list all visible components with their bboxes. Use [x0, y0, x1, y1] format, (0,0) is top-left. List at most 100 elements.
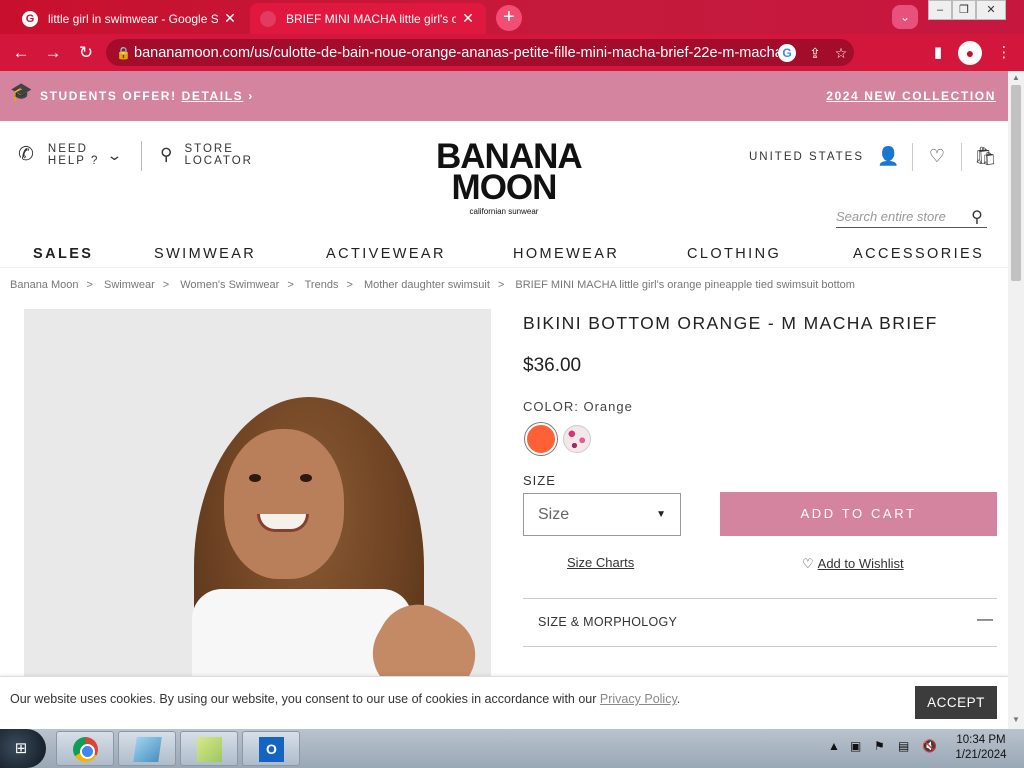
browser-toolbar: ← → ↻ 🔒 bananamoon.com/us/culotte-de-bai…: [0, 34, 1024, 71]
windows-start-button[interactable]: ⊞: [0, 729, 46, 768]
divider: [961, 143, 962, 171]
close-tab-icon[interactable]: ✕: [222, 10, 238, 27]
breadcrumb-item[interactable]: Women's Swimwear: [180, 279, 279, 291]
back-arrow-icon[interactable]: ←: [10, 42, 32, 64]
breadcrumb-item[interactable]: Banana Moon: [10, 279, 79, 291]
minus-icon[interactable]: —: [977, 611, 993, 629]
size-select-value: Size: [538, 505, 570, 523]
store-locator-label: STORE LOCATOR: [184, 143, 253, 167]
nav-swimwear[interactable]: SWIMWEAR: [154, 246, 256, 262]
privacy-policy-link[interactable]: Privacy Policy: [600, 692, 677, 706]
nav-activewear[interactable]: ACTIVEWEAR: [326, 246, 446, 262]
tab-search-chevron-icon[interactable]: ⌄: [892, 5, 918, 29]
need-help-line1: NEED: [47, 143, 88, 155]
caret-down-icon: ▼: [656, 509, 666, 520]
size-select[interactable]: Size ▼: [523, 493, 681, 536]
action-center-flag-icon[interactable]: ⚑: [874, 739, 885, 753]
bookmark-star-icon[interactable]: ☆: [828, 42, 854, 64]
url-path: /us/culotte-de-bain-noue-orange-ananas-p…: [250, 44, 778, 61]
scroll-up-arrow-icon[interactable]: ▲: [1012, 74, 1020, 82]
tray-expand-icon[interactable]: ▲: [828, 739, 840, 753]
close-tab-icon[interactable]: ✕: [460, 10, 476, 27]
profile-avatar-icon[interactable]: ●: [958, 41, 982, 65]
breadcrumb-separator: >: [86, 279, 93, 291]
store-locator-link[interactable]: ⚲ STORE LOCATOR: [160, 143, 253, 167]
network-monitor-icon[interactable]: ▣: [850, 739, 861, 753]
taskbar-sticky-notes[interactable]: [180, 731, 238, 766]
system-clock[interactable]: 10:34 PM 1/21/2024: [948, 733, 1014, 763]
country-selector[interactable]: UNITED STATES: [749, 151, 864, 163]
google-g-icon: G: [22, 10, 38, 27]
color-label-key: COLOR:: [523, 399, 579, 414]
shopping-bag-icon[interactable]: 🛍: [974, 145, 997, 167]
site-logo[interactable]: BANANA MOON californian sunwear: [436, 139, 583, 216]
breadcrumb-item[interactable]: Mother daughter swimsuit: [364, 279, 490, 291]
need-help-menu[interactable]: ✆ NEED HELP ? ⌄: [18, 143, 123, 167]
cookie-text: Our website uses cookies. By using our w…: [10, 692, 680, 706]
volume-muted-icon[interactable]: 🔇: [922, 739, 937, 753]
heart-icon: ♡: [802, 556, 814, 571]
browser-tab-google[interactable]: G little girl in swimwear - Google S ✕: [12, 3, 248, 34]
breadcrumb-item[interactable]: Trends: [305, 279, 339, 291]
scroll-down-arrow-icon[interactable]: ▼: [1012, 716, 1020, 724]
scrollbar-thumb[interactable]: [1011, 85, 1021, 281]
add-to-wishlist-link[interactable]: ♡ Add to Wishlist: [802, 556, 904, 572]
new-collection-link[interactable]: 2024 NEW COLLECTION: [826, 89, 996, 103]
breadcrumb: Banana Moon > Swimwear > Women's Swimwear >…: [10, 279, 855, 291]
divider: [0, 267, 1008, 268]
minimize-window-icon[interactable]: –: [928, 0, 952, 20]
cookie-period: .: [676, 692, 681, 706]
search-input[interactable]: Search entire store: [836, 209, 967, 224]
store-line1: STORE: [184, 143, 234, 155]
browser-tab-bananamoon[interactable]: • BRIEF MINI MACHA little girl's or ✕: [250, 3, 486, 34]
graduation-cap-icon: 🎓: [10, 82, 35, 102]
wishlist-heart-icon[interactable]: ♡: [926, 145, 948, 167]
new-tab-button[interactable]: +: [496, 5, 522, 31]
search-box[interactable]: Search entire store ⚲: [836, 206, 987, 228]
web-page: 🎓 STUDENTS OFFER! DETAILS › 2024 NEW COL…: [0, 71, 1008, 729]
page-scrollbar[interactable]: ▲ ▼: [1008, 71, 1024, 729]
taskbar-virtual-machine[interactable]: [118, 731, 176, 766]
swatch-orange[interactable]: [525, 423, 557, 455]
details-link[interactable]: DETAILS: [182, 89, 244, 103]
breadcrumb-item[interactable]: Swimwear: [104, 279, 155, 291]
product-info: BIKINI BOTTOM ORANGE - M MACHA BRIEF $36…: [523, 309, 998, 647]
network-icon[interactable]: ▤: [898, 739, 909, 753]
close-window-icon[interactable]: ✕: [976, 0, 1006, 20]
size-charts-link[interactable]: Size Charts: [567, 555, 634, 570]
nav-sales[interactable]: SALES: [33, 246, 93, 262]
url-text[interactable]: bananamoon.com/us/culotte-de-bain-noue-o…: [134, 45, 778, 61]
account-user-icon[interactable]: 👤: [877, 145, 899, 167]
reload-icon[interactable]: ↻: [75, 42, 97, 64]
google-lens-icon[interactable]: G: [778, 43, 796, 62]
outlook-icon: O: [259, 737, 284, 762]
product-photo[interactable]: [24, 309, 491, 729]
share-icon[interactable]: ⇪: [802, 42, 828, 64]
taskbar-outlook[interactable]: O: [242, 731, 300, 766]
side-panel-icon[interactable]: ▮: [926, 41, 950, 65]
breadcrumb-current: BRIEF MINI MACHA little girl's orange pi…: [515, 279, 855, 291]
forward-arrow-icon[interactable]: →: [42, 42, 64, 64]
chevron-down-icon: ⌄: [106, 147, 126, 163]
add-to-cart-button[interactable]: ADD TO CART: [720, 492, 997, 536]
color-label: COLOR: Orange: [523, 399, 998, 414]
taskbar-chrome[interactable]: [56, 731, 114, 766]
sticky-notes-icon: [197, 737, 222, 762]
address-bar[interactable]: 🔒 bananamoon.com/us/culotte-de-bain-noue…: [106, 39, 854, 66]
photo-eye: [300, 474, 312, 482]
size-morphology-accordion[interactable]: SIZE & MORPHOLOGY: [538, 615, 677, 629]
restore-window-icon[interactable]: ❐: [952, 0, 976, 20]
breadcrumb-separator: >: [497, 279, 505, 291]
nav-clothing[interactable]: CLOTHING: [687, 246, 781, 262]
divider: [912, 143, 913, 171]
promo-banner: 🎓 STUDENTS OFFER! DETAILS › 2024 NEW COL…: [0, 71, 1008, 121]
browser-menu-icon[interactable]: ⋮: [992, 41, 1016, 65]
swatch-floral[interactable]: [563, 425, 591, 453]
nav-homewear[interactable]: HOMEWEAR: [513, 246, 619, 262]
product-title: BIKINI BOTTOM ORANGE - M MACHA BRIEF: [523, 313, 938, 333]
cookie-banner: Our website uses cookies. By using our w…: [0, 676, 1008, 729]
wishlist-label: Add to Wishlist: [817, 556, 904, 571]
nav-accessories[interactable]: ACCESSORIES: [853, 246, 984, 262]
search-icon[interactable]: ⚲: [967, 207, 987, 227]
accept-cookies-button[interactable]: ACCEPT: [915, 686, 997, 719]
